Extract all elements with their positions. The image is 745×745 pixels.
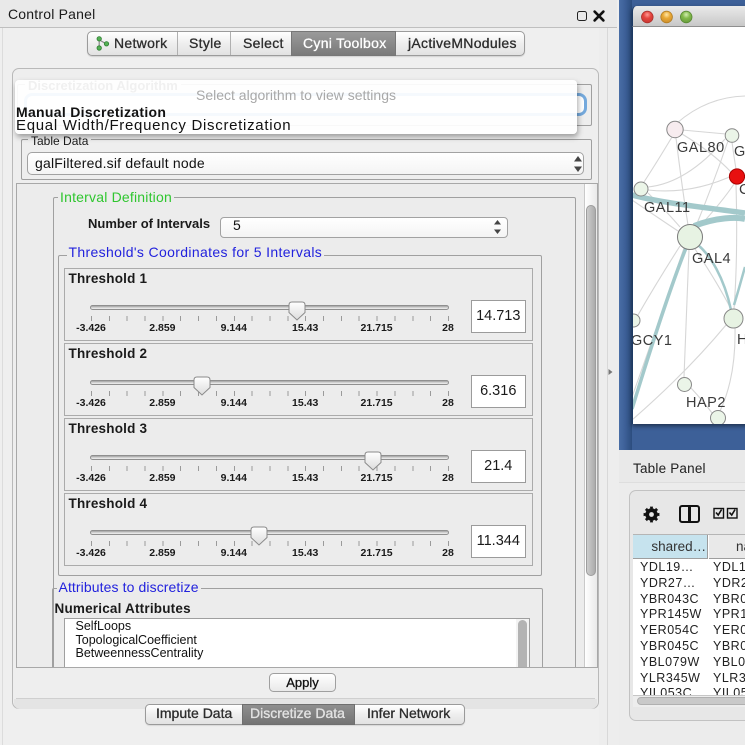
svg-text:GAL4: GAL4: [692, 251, 731, 267]
svg-text:GA: GA: [734, 144, 745, 160]
svg-text:GCY1: GCY1: [633, 333, 673, 349]
svg-text:GAL11: GAL11: [644, 200, 691, 216]
svg-text:C: C: [739, 182, 745, 198]
svg-text:HAP2: HAP2: [686, 395, 726, 411]
svg-text:H: H: [737, 332, 745, 348]
svg-text:GAL80: GAL80: [677, 140, 725, 156]
